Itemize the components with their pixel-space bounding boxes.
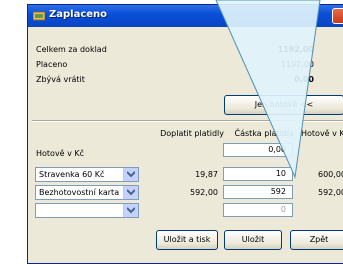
- tooltip-callout: [215, 0, 321, 179]
